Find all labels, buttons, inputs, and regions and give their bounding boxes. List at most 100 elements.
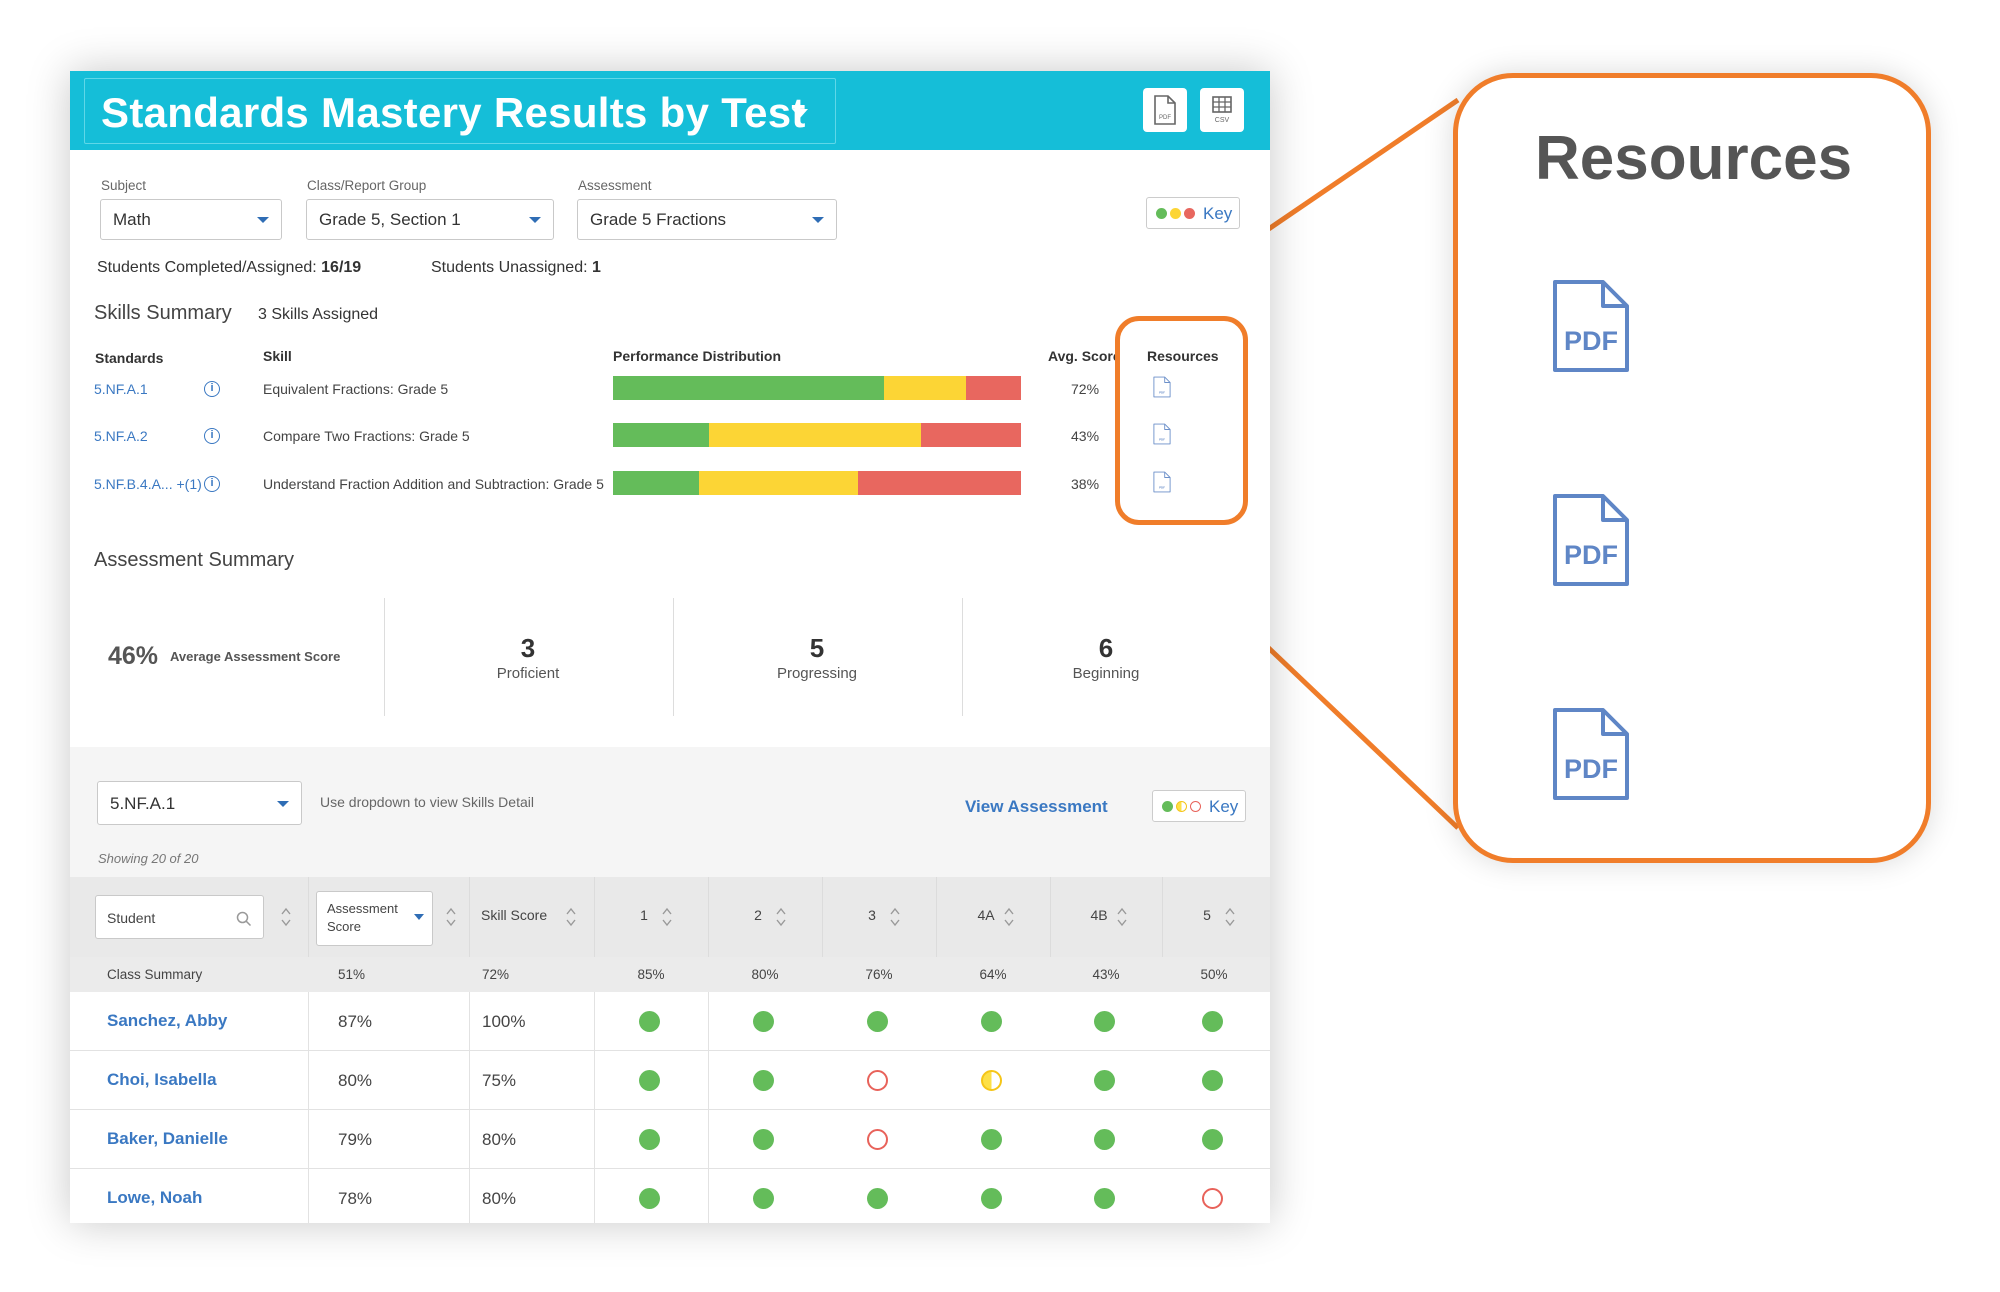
sort-icon[interactable] [280,906,292,928]
class-summary-item: 85% [637,967,665,982]
skills-assigned: 3 Skills Assigned [258,306,379,323]
info-icon[interactable]: i [204,381,220,397]
sort-icon[interactable] [889,906,901,928]
assessment-value: Grade 5 Fractions [590,210,727,229]
class-summary-item: 80% [751,967,779,982]
sort-icon[interactable] [565,906,577,928]
standard-link[interactable]: 5.NF.A.1 [94,381,148,397]
column-divider [469,992,470,1051]
table-row: Baker, Danielle 79% 80% [70,1110,1270,1169]
table-header: Student Assessment Score Skill Score 1 2 3… [70,877,1270,957]
assessment-score-sort[interactable]: Assessment Score [316,891,433,946]
sort-icon[interactable] [661,906,673,928]
distribution-segment [613,471,699,495]
unassigned-value: 1 [592,259,601,276]
column-divider [308,1051,309,1110]
student-name-link[interactable]: Sanchez, Abby [107,1011,227,1031]
distribution-segment [965,376,1021,400]
skill-score: 100% [482,1012,526,1031]
column-divider [594,1051,595,1110]
svg-text:PDF: PDF [1564,326,1618,356]
item-header-3[interactable]: 3 [857,907,887,923]
sort-icon[interactable] [1003,906,1015,928]
col-avg-score: Avg. Score [1048,348,1120,364]
item-header-4a[interactable]: 4A [971,907,1001,923]
pdf-icon: PDF [1553,494,1629,586]
item-header-1[interactable]: 1 [629,907,659,923]
resource-pdf-link[interactable]: PDF [1551,706,1631,807]
detail-key-button[interactable]: Key [1152,790,1246,822]
group-select[interactable]: Grade 5, Section 1 [306,199,554,240]
key-button[interactable]: Key [1146,197,1240,229]
title-caret-icon[interactable] [792,109,808,118]
report-header: Standards Mastery Results by Test PDF CS… [70,71,1270,150]
column-divider [469,877,470,957]
sort-icon[interactable] [1116,906,1128,928]
info-icon[interactable]: i [204,428,220,444]
skill-name: Understand Fraction Addition and Subtrac… [263,476,604,492]
beginning-dot-icon [1184,208,1195,219]
standard-detail-select[interactable]: 5.NF.A.1 [97,781,302,825]
class-summary-item: 76% [865,967,893,982]
sort-icon[interactable] [445,906,457,928]
item-header-4b[interactable]: 4B [1084,907,1114,923]
proficient-mark-icon [1094,1011,1115,1032]
pdf-icon: PDF [1553,280,1629,372]
performance-bar [613,423,1021,447]
proficient-mark-icon [1094,1070,1115,1091]
svg-text:PDF: PDF [1159,115,1171,121]
beginning-count: 6 [1098,633,1114,663]
info-icon[interactable]: i [204,476,220,492]
student-name-link[interactable]: Baker, Danielle [107,1129,228,1149]
student-name-link[interactable]: Lowe, Noah [107,1188,202,1208]
search-icon[interactable] [236,911,252,927]
assessment-select[interactable]: Grade 5 Fractions [577,199,837,240]
subject-value: Math [113,210,151,229]
csv-icon: CSV [1212,96,1232,124]
avg-score: 38% [1071,476,1100,492]
distribution-segment [698,471,858,495]
unassigned-label: Students Unassigned: [431,259,588,276]
assessment-score: 87% [338,1012,373,1031]
column-divider [308,1169,309,1223]
sort-icon[interactable] [1224,906,1236,928]
resource-pdf-link[interactable]: PDF [1551,492,1631,593]
progressing-dot-icon [1170,208,1181,219]
beginning-mark-icon [1202,1188,1223,1209]
proficient-mark-icon [981,1188,1002,1209]
subject-select[interactable]: Math [100,199,282,240]
standard-link[interactable]: 5.NF.A.2 [94,428,148,444]
progressing-mark-icon [981,1070,1002,1091]
item-header-5[interactable]: 5 [1192,907,1222,923]
export-csv-button[interactable]: CSV [1200,88,1244,132]
report-card: Standards Mastery Results by Test PDF CS… [70,71,1270,1223]
table-row: Choi, Isabella 80% 75% [70,1051,1270,1110]
standard-detail-value: 5.NF.A.1 [110,794,176,813]
pdf-icon: PDF [1154,95,1176,125]
export-pdf-button[interactable]: PDF [1143,88,1187,132]
proficient-mark-icon [639,1188,660,1209]
item-header-2[interactable]: 2 [743,907,773,923]
column-divider [708,877,709,957]
assessment-score: 79% [338,1130,373,1149]
view-assessment-link[interactable]: View Assessment [965,797,1108,817]
skill-score-header[interactable]: Skill Score [481,907,547,923]
proficient-mark-icon [639,1129,660,1150]
svg-text:PDF: PDF [1564,754,1618,784]
student-search-input[interactable]: Student [95,895,264,939]
student-name-link[interactable]: Choi, Isabella [107,1070,217,1090]
proficient-dot-icon [1156,208,1167,219]
svg-text:CSV: CSV [1215,117,1230,124]
proficient-count: 3 [520,633,536,663]
skills-summary-title: Skills Summary [94,302,232,324]
assessment-score: 80% [338,1071,373,1090]
chevron-down-icon [529,217,541,223]
standard-link[interactable]: 5.NF.B.4.A... +(1) [94,476,202,492]
class-summary-assessment: 51% [338,967,366,982]
resource-pdf-link[interactable]: PDF [1551,278,1631,379]
avg-score: 72% [1071,381,1100,397]
sort-icon[interactable] [775,906,787,928]
beginning-dot-icon [1190,801,1201,812]
proficient-mark-icon [639,1070,660,1091]
progressing-label: Progressing [776,665,858,682]
